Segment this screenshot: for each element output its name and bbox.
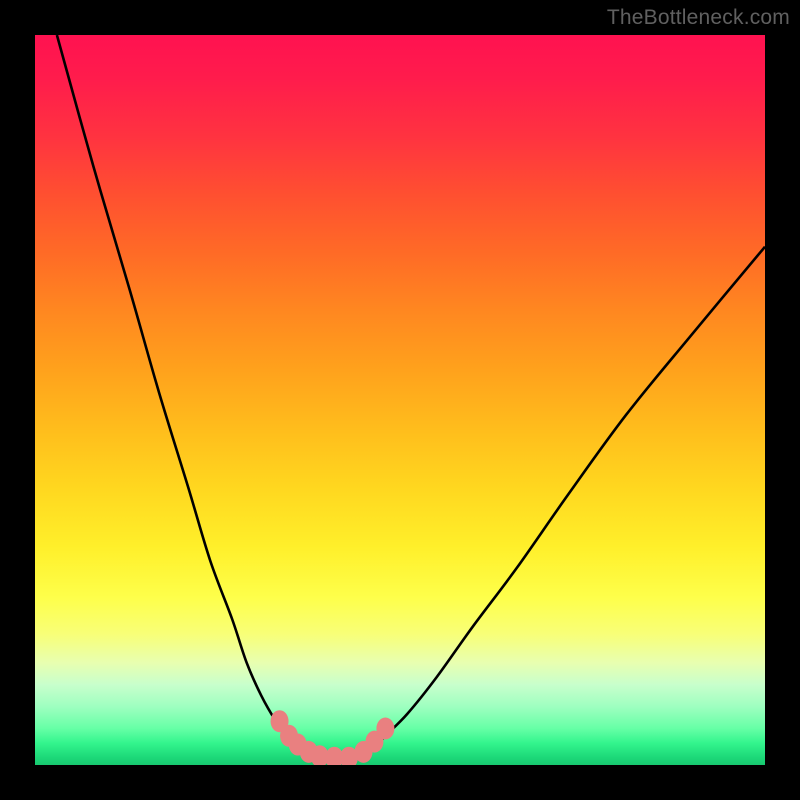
marker-point xyxy=(376,718,394,740)
marker-cluster xyxy=(271,710,395,765)
chart-frame: TheBottleneck.com xyxy=(0,0,800,800)
curve-layer xyxy=(35,35,765,765)
watermark-text: TheBottleneck.com xyxy=(607,6,790,30)
right-curve xyxy=(356,247,765,758)
plot-area xyxy=(35,35,765,765)
left-curve xyxy=(57,35,320,758)
